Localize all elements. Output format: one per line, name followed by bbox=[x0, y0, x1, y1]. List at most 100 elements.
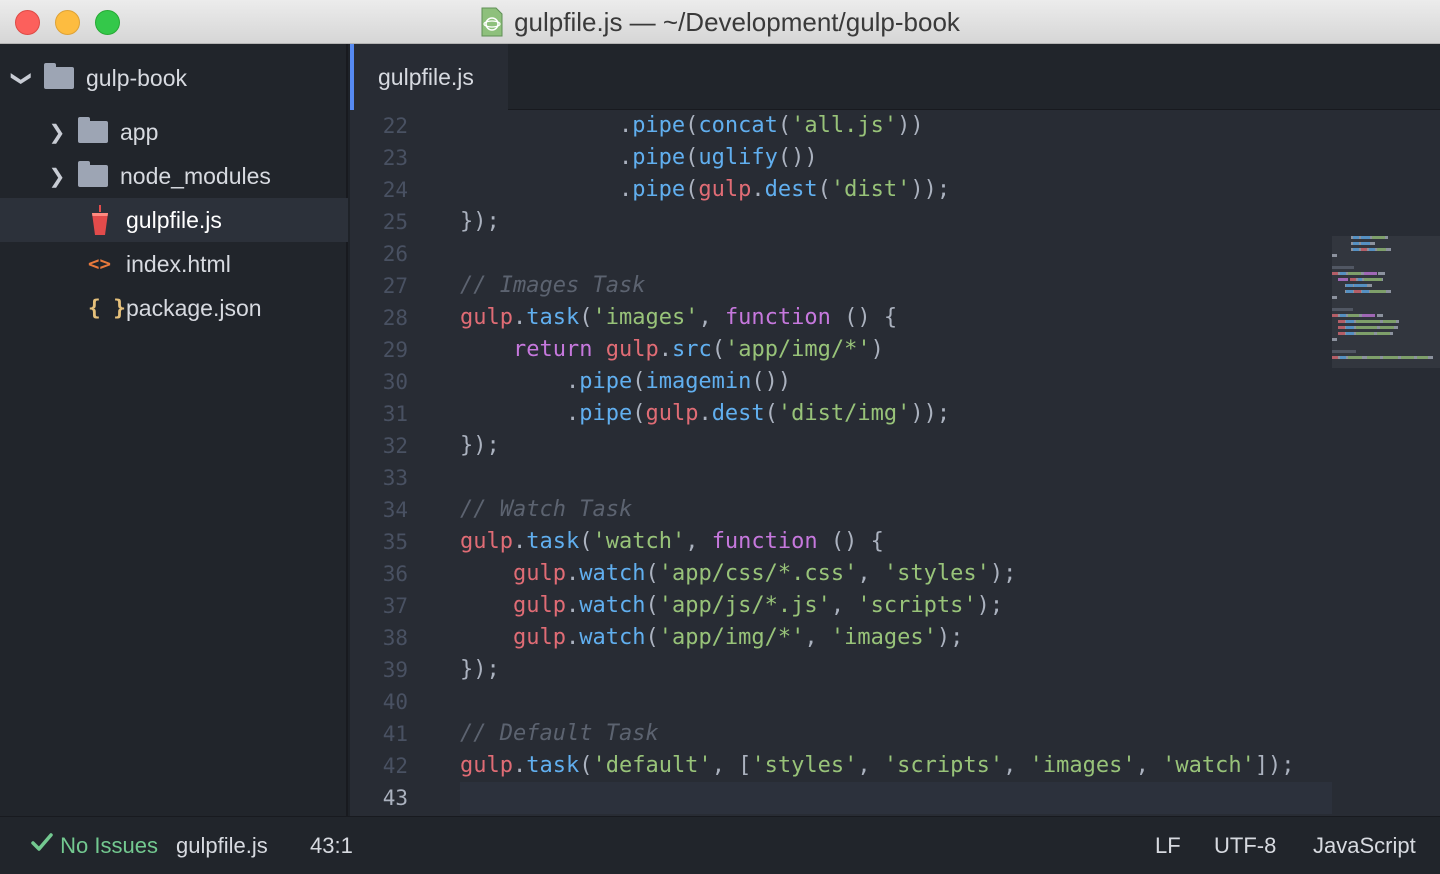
line-number[interactable]: 33 bbox=[383, 462, 408, 494]
code-token: , bbox=[1135, 753, 1163, 778]
editor-pane: gulpfile.js 22 23 24 25 26 27 28 29 30 31 32 33 34 35… bbox=[350, 44, 1440, 816]
code-token: )) bbox=[897, 113, 924, 138]
minimap-line bbox=[1428, 356, 1433, 359]
line-number[interactable]: 32 bbox=[383, 430, 408, 462]
code-token: ()) bbox=[751, 369, 792, 394]
cursor-position[interactable]: 43:1 bbox=[310, 817, 353, 874]
code-token: , bbox=[698, 305, 725, 330]
code-token: 'watch' bbox=[1162, 753, 1255, 778]
line-number[interactable]: 31 bbox=[383, 398, 408, 430]
code-token: 'dist' bbox=[830, 177, 911, 202]
line-number[interactable]: 24 bbox=[383, 174, 408, 206]
code-token: ( bbox=[685, 177, 699, 202]
code-line[interactable]: gulp.task('images', function () { bbox=[460, 302, 897, 334]
line-number[interactable]: 30 bbox=[383, 366, 408, 398]
tree-item-label: app bbox=[120, 118, 159, 145]
code-token: gulp bbox=[460, 753, 513, 778]
code-token: pipe bbox=[579, 401, 633, 426]
line-number[interactable]: 26 bbox=[383, 238, 408, 270]
minimap-line bbox=[1354, 284, 1368, 287]
minimap-line bbox=[1367, 356, 1380, 359]
code-line[interactable]: .pipe(concat('all.js')) bbox=[460, 110, 924, 142]
chevron-right-icon[interactable]: ❯ bbox=[47, 164, 67, 189]
code-token: 'styles' bbox=[751, 753, 858, 778]
tree-item-index-html[interactable]: <> index.html bbox=[0, 242, 348, 286]
minimap-line bbox=[1380, 326, 1395, 329]
line-number[interactable]: 34 bbox=[383, 494, 408, 526]
minimap-line bbox=[1346, 326, 1355, 329]
code-token: gulp bbox=[460, 529, 513, 554]
minimap[interactable] bbox=[1332, 110, 1440, 816]
chevron-right-icon[interactable]: ❯ bbox=[47, 120, 67, 145]
window-title: gulpfile.js — ~/Development/gulp-book bbox=[514, 6, 960, 37]
code-token: pipe bbox=[632, 177, 686, 202]
code-token: . bbox=[751, 177, 765, 202]
tree-item-gulpfile[interactable]: gulpfile.js bbox=[0, 198, 348, 242]
code-token: () { bbox=[830, 305, 898, 330]
code-line[interactable]: }); bbox=[460, 654, 500, 686]
code-line[interactable]: .pipe(uglify()) bbox=[460, 142, 818, 174]
code-token: 'default' bbox=[592, 753, 712, 778]
line-number[interactable]: 23 bbox=[383, 142, 408, 174]
encoding-selector[interactable]: UTF-8 bbox=[1214, 817, 1276, 874]
code-line[interactable]: // Watch Task bbox=[460, 494, 632, 526]
code-line[interactable]: gulp.watch('app/js/*.js', 'scripts'); bbox=[460, 590, 1003, 622]
code-token: ( bbox=[711, 337, 725, 362]
tree-item-package-json[interactable]: { } package.json bbox=[0, 286, 348, 330]
code-line[interactable]: gulp.watch('app/css/*.css', 'styles'); bbox=[460, 558, 1016, 590]
line-number[interactable]: 28 bbox=[383, 302, 408, 334]
code-token: }); bbox=[460, 657, 500, 682]
code-token: }); bbox=[460, 433, 500, 458]
line-number[interactable]: 29 bbox=[383, 334, 408, 366]
code-line[interactable]: // Default Task bbox=[460, 718, 659, 750]
code-token: pipe bbox=[632, 113, 686, 138]
tree-root-gulp-book[interactable]: ❯ gulp-book bbox=[0, 56, 348, 100]
code-token: ( bbox=[645, 561, 659, 586]
code-line[interactable]: gulp.task('watch', function () { bbox=[460, 526, 884, 558]
line-number[interactable]: 36 bbox=[383, 558, 408, 590]
chevron-down-icon[interactable]: ❯ bbox=[10, 68, 35, 88]
code-line[interactable]: .pipe(imagemin()) bbox=[460, 366, 791, 398]
tree-item-app[interactable]: ❯ app bbox=[0, 110, 348, 154]
code-token: ( bbox=[645, 625, 659, 650]
status-file-path[interactable]: gulpfile.js bbox=[176, 817, 268, 874]
code-token: 'dist/img' bbox=[777, 401, 911, 426]
line-number[interactable]: 43 bbox=[383, 782, 408, 814]
linter-status[interactable]: No Issues bbox=[30, 817, 158, 874]
tree-item-node-modules[interactable]: ❯ node_modules bbox=[0, 154, 348, 198]
code-token: ( bbox=[632, 369, 646, 394]
code-token: watch bbox=[579, 561, 646, 586]
line-ending-selector[interactable]: LF bbox=[1155, 817, 1181, 874]
line-number[interactable]: 27 bbox=[383, 270, 408, 302]
code-line[interactable]: // Images Task bbox=[460, 270, 645, 302]
code-line[interactable]: }); bbox=[460, 206, 500, 238]
line-number[interactable]: 42 bbox=[383, 750, 408, 782]
code-line[interactable]: gulp.watch('app/img/*', 'images'); bbox=[460, 622, 963, 654]
line-number[interactable]: 37 bbox=[383, 590, 408, 622]
code-token: gulp bbox=[645, 401, 699, 426]
code-token: . bbox=[512, 753, 527, 778]
minimap-line bbox=[1400, 356, 1414, 359]
line-number[interactable]: 22 bbox=[383, 110, 408, 142]
code-token: , [ bbox=[711, 753, 752, 778]
line-number[interactable]: 40 bbox=[383, 686, 408, 718]
code-token: ); bbox=[989, 561, 1017, 586]
line-number[interactable]: 41 bbox=[383, 718, 408, 750]
code-line[interactable]: }); bbox=[460, 430, 500, 462]
code-token: . bbox=[698, 401, 712, 426]
minimap-line bbox=[1364, 272, 1377, 275]
code-line[interactable]: .pipe(gulp.dest('dist')); bbox=[460, 174, 950, 206]
minimap-line bbox=[1396, 320, 1400, 323]
line-number[interactable]: 38 bbox=[383, 622, 408, 654]
grammar-selector[interactable]: JavaScript bbox=[1313, 817, 1416, 874]
code-line[interactable]: return gulp.src('app/img/*') bbox=[460, 334, 884, 366]
code-line[interactable]: gulp.task('default', ['styles', 'scripts… bbox=[460, 750, 1295, 782]
minimap-viewport[interactable] bbox=[1332, 236, 1440, 368]
code-line[interactable]: .pipe(gulp.dest('dist/img')); bbox=[460, 398, 950, 430]
line-number[interactable]: 35 bbox=[383, 526, 408, 558]
tab-gulpfile[interactable]: gulpfile.js bbox=[350, 44, 508, 110]
line-number[interactable]: 39 bbox=[383, 654, 408, 686]
line-number[interactable]: 25 bbox=[383, 206, 408, 238]
minimap-line bbox=[1356, 326, 1377, 329]
